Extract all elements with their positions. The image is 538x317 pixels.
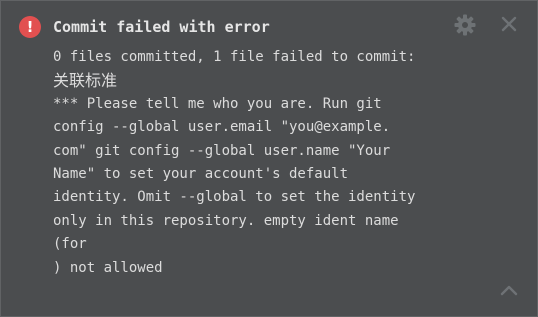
message-line: identity. Omit --global to set the ident…: [53, 189, 416, 206]
notification-balloon: ! Commit failed with error 0 files commi…: [0, 0, 538, 317]
message-line: *** Please tell me who you are. Run git: [53, 95, 382, 112]
message-line: ) not allowed: [53, 259, 163, 276]
message-line: Name" to set your account's default: [53, 166, 349, 183]
chevron-up-icon[interactable]: [498, 282, 520, 298]
message-line: com" git config --global user.name "Your: [53, 142, 391, 159]
message-line: 关联标准: [53, 71, 118, 91]
message-line: (for: [53, 236, 87, 253]
error-icon: !: [19, 16, 41, 38]
close-icon[interactable]: [499, 14, 519, 34]
notification-message: 0 files committed, 1 file failed to comm…: [53, 46, 513, 280]
gear-icon[interactable]: [453, 13, 477, 37]
notification-title: Commit failed with error: [53, 18, 270, 36]
message-line: only in this repository. empty ident nam…: [53, 212, 399, 229]
message-line: 0 files committed, 1 file failed to comm…: [53, 49, 416, 65]
message-line: config --global user.email "you@example.: [53, 119, 391, 136]
